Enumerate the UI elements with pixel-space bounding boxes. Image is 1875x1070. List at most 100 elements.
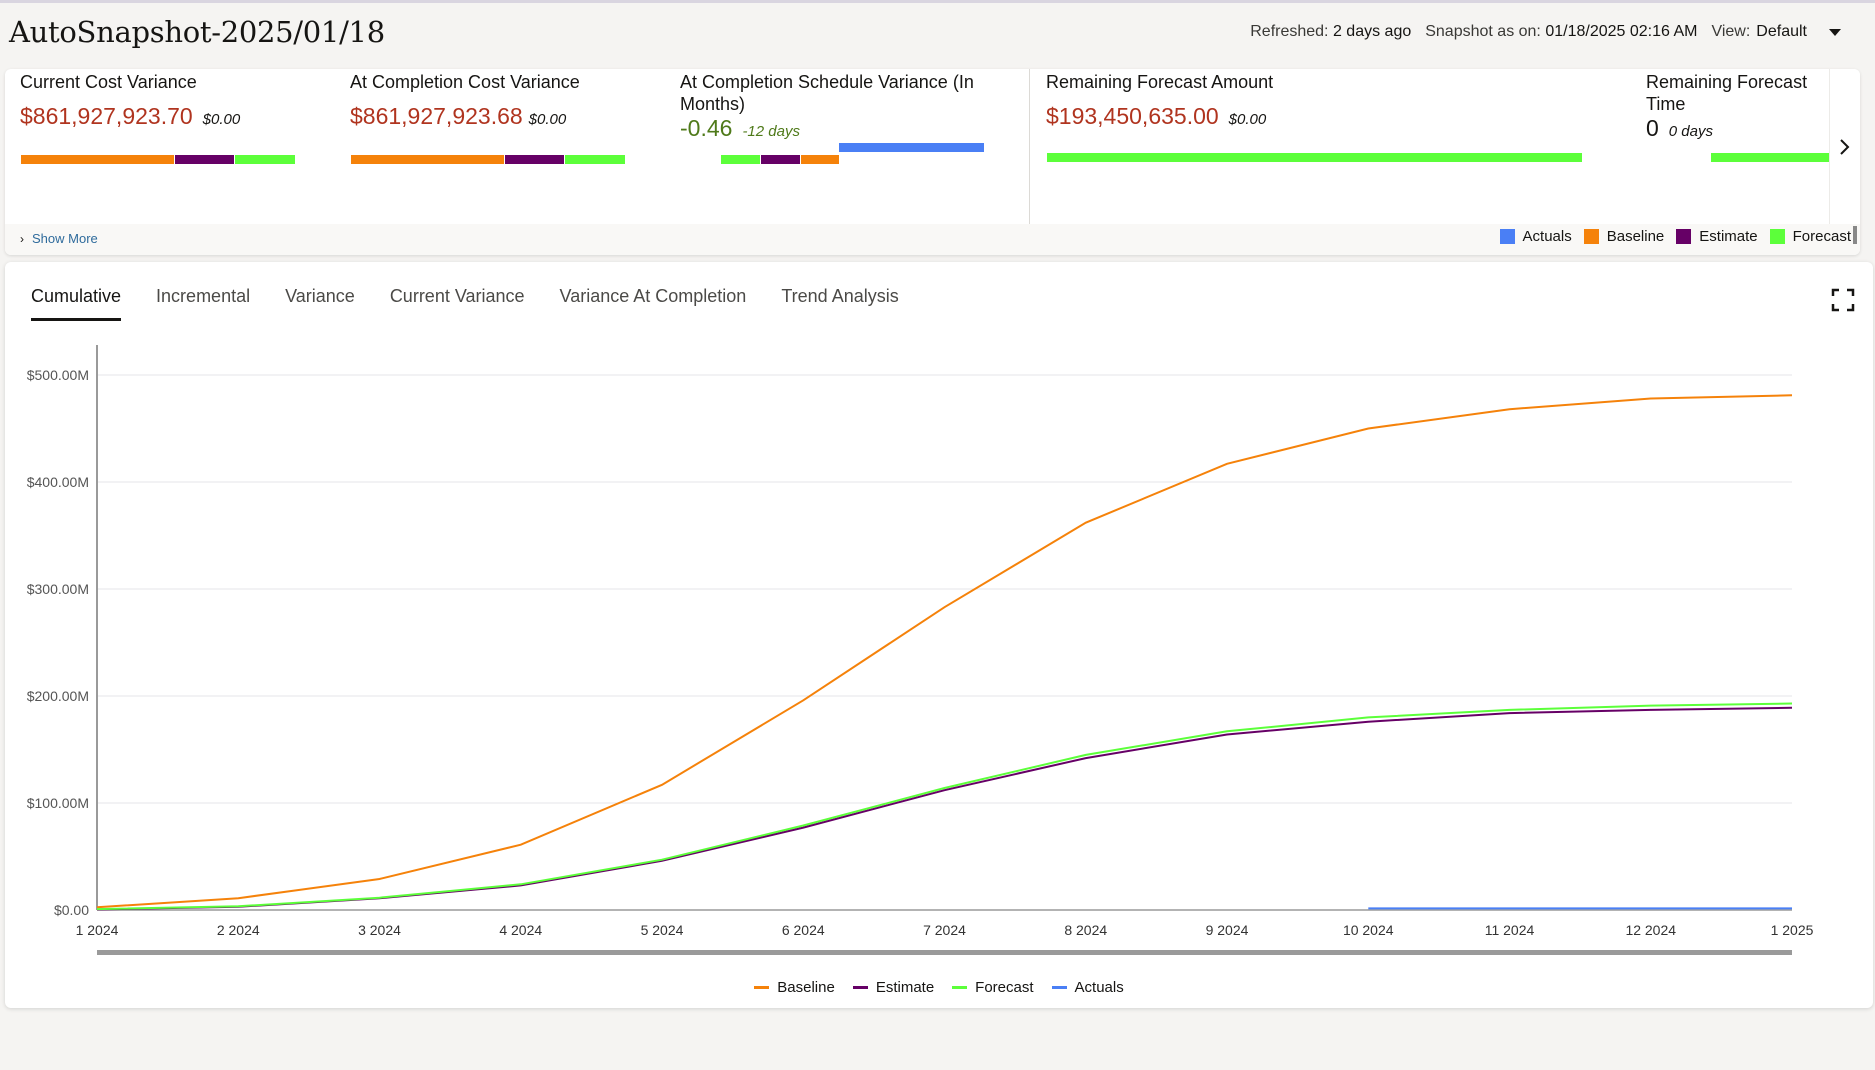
snapshot-label: Snapshot as on: bbox=[1425, 23, 1541, 40]
view-select[interactable]: View: Default bbox=[1711, 23, 1841, 41]
legend-label: Estimate bbox=[1699, 228, 1758, 245]
kpi-remaining-forecast-amount: Remaining Forecast Amount $193,450,635.0… bbox=[1046, 71, 1446, 130]
x-tick-label: 12 2024 bbox=[1625, 922, 1676, 938]
kpi-legend-item-baseline: Baseline bbox=[1583, 228, 1665, 245]
kpi-remaining-forecast-time: Remaining Forecast Time 0 0 days bbox=[1646, 71, 1826, 142]
kpi-value: $193,450,635.00 bbox=[1046, 103, 1219, 129]
baseline-bar bbox=[801, 155, 839, 164]
legend-label: Baseline bbox=[777, 979, 835, 996]
forecast-bar bbox=[235, 155, 295, 164]
kpi-value: $861,927,923.68 bbox=[350, 103, 523, 129]
forecast-bar bbox=[1047, 153, 1582, 162]
legend-item-baseline[interactable]: Baseline bbox=[754, 979, 835, 996]
kpi-sub-value: $0.00 bbox=[202, 111, 241, 128]
legend-label: Actuals bbox=[1074, 979, 1124, 996]
kpi-value: $861,927,923.70 bbox=[20, 103, 193, 129]
estimate-bar bbox=[505, 155, 564, 164]
kpi-value: -0.46 bbox=[680, 115, 733, 141]
y-tick-label: $0.00 bbox=[54, 902, 89, 918]
kpi-at-completion-cost-variance: At Completion Cost Variance $861,927,923… bbox=[350, 71, 670, 130]
y-tick-label: $100.00M bbox=[27, 795, 89, 811]
forecast-bar bbox=[721, 155, 760, 164]
kpi-sub-value: $0.00 bbox=[1228, 111, 1267, 128]
x-axis-scrollbar bbox=[97, 950, 1792, 955]
kpi-name: Remaining Forecast Amount bbox=[1046, 72, 1274, 92]
estimate-bar bbox=[761, 155, 800, 164]
x-tick-label: 1 2024 bbox=[76, 922, 119, 938]
page-title: AutoSnapshot-2025/01/18 bbox=[9, 15, 385, 49]
x-tick-label: 7 2024 bbox=[923, 922, 966, 938]
legend-swatch bbox=[852, 986, 868, 989]
kpi-value: 0 bbox=[1646, 115, 1659, 141]
snapshot-meta: Refreshed: 2 days ago Snapshot as on: 01… bbox=[1250, 23, 1841, 41]
kpi-name: Remaining Forecast Time bbox=[1646, 72, 1808, 114]
x-tick-label: 1 2025 bbox=[1771, 922, 1814, 938]
x-tick-label: 6 2024 bbox=[782, 922, 825, 938]
legend-swatch bbox=[952, 986, 968, 989]
show-more-label: Show More bbox=[32, 231, 98, 246]
caret-down-icon bbox=[1829, 28, 1841, 36]
show-more-link[interactable]: › Show More bbox=[20, 231, 98, 246]
y-tick-label: $300.00M bbox=[27, 581, 89, 597]
kpi-name: At Completion Cost Variance bbox=[350, 72, 580, 92]
y-tick-label: $400.00M bbox=[27, 474, 89, 490]
baseline-bar bbox=[21, 155, 174, 164]
refreshed-label: Refreshed: bbox=[1250, 23, 1329, 40]
page-header: AutoSnapshot-2025/01/18 Refreshed: 2 day… bbox=[0, 3, 1875, 67]
kpi-sub-value: 0 days bbox=[1668, 123, 1713, 140]
kpi-sub-value: $0.00 bbox=[528, 111, 567, 128]
legend-swatch bbox=[754, 986, 770, 989]
x-tick-label: 11 2024 bbox=[1485, 922, 1535, 938]
refreshed-value: 2 days ago bbox=[1332, 23, 1412, 40]
kpi-name: At Completion Schedule Variance (In Mont… bbox=[680, 72, 974, 114]
x-tick-label: 3 2024 bbox=[358, 922, 401, 938]
line-chart: $0.00 $100.00M $200.00M $300.00M $400.00M $50… bbox=[27, 345, 1814, 955]
legend-label: Forecast bbox=[1792, 228, 1851, 245]
series-line-estimate bbox=[96, 706, 1793, 911]
series-line-forecast bbox=[96, 702, 1793, 911]
legend-scrollbar[interactable] bbox=[1853, 226, 1857, 244]
kpi-divider bbox=[1029, 69, 1030, 224]
legend-label: Estimate bbox=[875, 979, 935, 996]
kpi-footer: › Show More Actuals Baseline Estimate Fo… bbox=[5, 224, 1860, 255]
kpi-legend: Actuals Baseline Estimate Forecast bbox=[1499, 228, 1851, 245]
kpi-current-cost-variance: Current Cost Variance $861,927,923.70 $0.… bbox=[20, 71, 320, 130]
legend-item-forecast[interactable]: Forecast bbox=[952, 979, 1034, 996]
chart-card: Cumulative Incremental Variance Current … bbox=[5, 262, 1873, 1008]
baseline-bar bbox=[351, 155, 504, 164]
legend-label: Baseline bbox=[1606, 228, 1665, 245]
x-tick-label: 4 2024 bbox=[499, 922, 542, 938]
legend-label: Actuals bbox=[1522, 228, 1572, 245]
x-tick-label: 10 2024 bbox=[1343, 922, 1394, 938]
chevron-right-icon: › bbox=[20, 231, 24, 246]
legend-label: Forecast bbox=[975, 979, 1034, 996]
y-tick-label: $200.00M bbox=[27, 688, 89, 704]
x-tick-label: 2 2024 bbox=[217, 922, 260, 938]
forecast-bar bbox=[1711, 153, 1832, 162]
kpi-legend-item-actuals: Actuals bbox=[1499, 228, 1572, 245]
chart-legend: Baseline Estimate Forecast Actuals bbox=[5, 976, 1873, 996]
next-kpi-button[interactable] bbox=[1829, 69, 1860, 224]
estimate-bar bbox=[175, 155, 234, 164]
actuals-swatch bbox=[1499, 229, 1515, 244]
baseline-swatch bbox=[1583, 229, 1599, 244]
kpi-sub-value: -12 days bbox=[742, 123, 800, 140]
series-line-baseline bbox=[96, 394, 1793, 909]
x-tick-label: 9 2024 bbox=[1206, 922, 1249, 938]
kpi-legend-item-forecast: Forecast bbox=[1769, 228, 1851, 245]
forecast-bar bbox=[565, 155, 625, 164]
y-tick-label: $500.00M bbox=[27, 367, 89, 383]
legend-item-estimate[interactable]: Estimate bbox=[852, 979, 935, 996]
view-value: Default bbox=[1756, 23, 1807, 40]
kpi-legend-item-estimate: Estimate bbox=[1676, 228, 1758, 245]
kpi-card: Current Cost Variance $861,927,923.70 $0.… bbox=[5, 69, 1860, 255]
estimate-swatch bbox=[1676, 229, 1692, 244]
x-tick-label: 8 2024 bbox=[1064, 922, 1107, 938]
chevron-right-icon bbox=[1840, 138, 1850, 155]
legend-item-actuals[interactable]: Actuals bbox=[1051, 979, 1124, 996]
x-tick-label: 5 2024 bbox=[641, 922, 684, 938]
legend-swatch bbox=[1051, 986, 1067, 989]
snapshot-value: 01/18/2025 02:16 AM bbox=[1545, 23, 1698, 40]
forecast-swatch bbox=[1769, 229, 1785, 244]
kpi-name: Current Cost Variance bbox=[20, 72, 197, 92]
